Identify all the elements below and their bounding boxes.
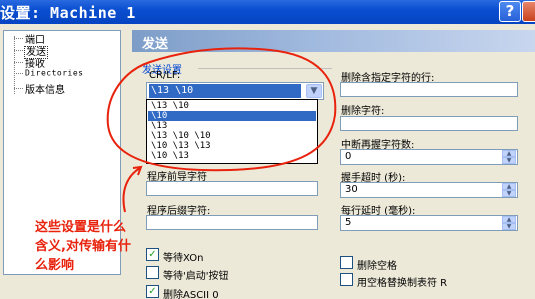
help-button[interactable]: ? — [499, 1, 521, 22]
wait-start-checkbox[interactable] — [146, 266, 159, 279]
crlf-option[interactable]: \10 \13 — [148, 151, 316, 161]
crlf-combobox[interactable]: \13 \10 ▼ — [146, 82, 324, 100]
spin-down-icon[interactable]: ▼ — [502, 190, 516, 197]
crlf-dropdown-list: \13 \10 \10 \13 \13 \10 \10 \10 \13 \13 … — [146, 99, 318, 164]
wait-start-label: 等待'启动'按钮 — [163, 271, 229, 282]
crlf-label: CR/LF: — [149, 70, 181, 81]
replace-tabs-checkbox[interactable] — [340, 273, 353, 286]
group-divider — [198, 68, 332, 69]
program-suffix-input[interactable] — [146, 215, 318, 230]
crlf-option[interactable]: \13 \10 — [148, 101, 316, 111]
window-title: 设置: Machine 1 — [0, 4, 136, 22]
spin-down-icon[interactable]: ▼ — [502, 223, 516, 230]
wait-xon-checkbox[interactable]: ✓ — [146, 248, 159, 261]
delete-spaces-label: 删除空格 — [357, 261, 397, 272]
spin-up-icon[interactable]: ▲ — [502, 183, 516, 190]
delete-ascii0-label: 删除ASCII 0 — [163, 290, 219, 299]
tree-item-directories[interactable]: Directories — [14, 68, 83, 80]
pane-header-title: 发送 — [142, 37, 169, 52]
crlf-selected-value: \13 \10 — [149, 84, 301, 98]
retry-count-value: 0 — [345, 151, 352, 162]
annotation-note: 这些设置是什么含义,对传输有什么影响 — [35, 220, 131, 273]
pane-header: 发送 — [132, 30, 535, 52]
delete-spaces-checkbox[interactable] — [340, 256, 353, 269]
spin-up-icon[interactable]: ▲ — [502, 150, 516, 157]
tree-item-label: Directories — [25, 68, 84, 78]
chevron-down-icon[interactable]: ▼ — [306, 84, 322, 98]
close-button[interactable] — [522, 1, 535, 22]
retry-count-spinner[interactable]: 0 ▲ ▼ — [340, 149, 518, 165]
tree-item-send[interactable]: 发送 — [14, 43, 48, 59]
tree-item-label: 版本信息 — [25, 85, 65, 96]
spin-down-icon[interactable]: ▼ — [502, 157, 516, 164]
handshake-timeout-value: 30 — [345, 184, 358, 195]
title-bar: 设置: Machine 1 ? — [0, 0, 535, 24]
tree-item-version[interactable]: 版本信息 — [14, 81, 65, 96]
tree-item-receive[interactable]: 接收 — [14, 55, 45, 70]
delete-char-label: 删除字符: — [341, 106, 385, 117]
tree-item-port[interactable]: 端口 — [14, 31, 45, 46]
delete-char-input[interactable] — [340, 116, 518, 131]
crlf-option[interactable]: \10 \13 \13 — [148, 141, 316, 151]
crlf-option[interactable]: \13 \10 \10 — [148, 131, 316, 141]
delete-ascii0-checkbox[interactable]: ✓ — [146, 285, 159, 298]
spin-up-icon[interactable]: ▲ — [502, 216, 516, 223]
crlf-option[interactable]: \13 — [148, 121, 316, 131]
wait-xon-label: 等待XOn — [163, 253, 204, 264]
line-delay-spinner[interactable]: 5 ▲ ▼ — [340, 215, 518, 231]
delete-line-input[interactable] — [340, 82, 518, 97]
replace-tabs-label: 用空格替换制表符 R — [357, 278, 448, 289]
program-prefix-input[interactable] — [146, 181, 318, 196]
line-delay-value: 5 — [345, 217, 352, 228]
crlf-option[interactable]: \10 — [148, 111, 316, 121]
handshake-timeout-spinner[interactable]: 30 ▲ ▼ — [340, 182, 518, 198]
